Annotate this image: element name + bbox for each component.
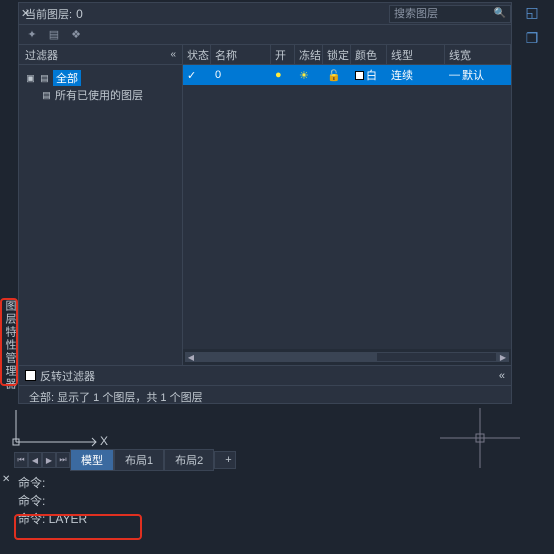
tree-child-label: 所有已使用的图层: [55, 87, 143, 103]
tree-root-row[interactable]: ▣ ▤ 全部: [23, 69, 83, 87]
invert-checkbox[interactable]: [25, 370, 36, 381]
expand-icon[interactable]: ▣: [25, 73, 36, 84]
search-placeholder: 搜索图层: [394, 6, 438, 22]
cell-linetype[interactable]: 连续: [387, 65, 445, 85]
col-status[interactable]: 状态: [183, 45, 211, 64]
col-linetype[interactable]: 线型: [387, 45, 445, 64]
check-icon: ✓: [187, 69, 196, 82]
panel-header: 当前图层: 0 搜索图层 🔍: [19, 3, 511, 25]
layer-row[interactable]: ✓ 0 ● ☀ 🔓 白 连续 — 默认: [183, 65, 511, 85]
col-freeze[interactable]: 冻结: [295, 45, 323, 64]
collapse-icon[interactable]: «: [499, 370, 505, 382]
ucs-icon: X: [10, 406, 110, 453]
search-input[interactable]: 搜索图层 🔍: [389, 5, 511, 23]
layer-list-pane: 状态 名称 开 冻结 锁定 颜色 线型 线宽 ✓ 0 ● ☀ 🔓 白 连续 — …: [183, 45, 511, 365]
tree-root-label: 全部: [53, 70, 81, 86]
col-on[interactable]: 开: [271, 45, 295, 64]
layer-properties-panel: ✕ 当前图层: 0 搜索图层 🔍 ✦ ▤ ❖ 过滤器 « ▣ ▤ 全部: [18, 2, 512, 404]
filter-header-label: 过滤器: [25, 47, 58, 63]
panel-side-title: 图层特性管理器: [2, 300, 18, 391]
cell-on[interactable]: ●: [271, 65, 295, 85]
color-label: 白: [366, 67, 377, 83]
tab-first-icon[interactable]: ⏮: [14, 452, 28, 468]
new-layer-icon[interactable]: ✦: [25, 28, 39, 42]
overlap-icon[interactable]: ❐: [522, 28, 542, 48]
folder-icon: ▤: [41, 90, 52, 101]
filter-tree: ▣ ▤ 全部 ▤ 所有已使用的图层: [19, 65, 182, 365]
invert-label: 反转过滤器: [40, 368, 95, 384]
current-layer-value: 0: [76, 7, 83, 21]
filter-pane: 过滤器 « ▣ ▤ 全部 ▤ 所有已使用的图层: [19, 45, 183, 365]
command-line-input[interactable]: 命令: LAYER: [4, 510, 550, 528]
cell-lock[interactable]: 🔓: [323, 65, 351, 85]
new-group-icon[interactable]: ▤: [47, 28, 61, 42]
bulb-icon: ●: [275, 69, 282, 81]
command-line: 命令:: [4, 474, 550, 492]
ucs-x-label: X: [100, 434, 108, 448]
panel-toolbar: ✦ ▤ ❖: [19, 25, 511, 45]
crosshair-cursor: [440, 408, 520, 471]
tab-next-icon[interactable]: ▶: [42, 452, 56, 468]
cell-status: ✓: [183, 65, 211, 85]
col-lineweight[interactable]: 线宽: [445, 45, 511, 64]
cell-freeze[interactable]: ☀: [295, 65, 323, 85]
tab-layout1[interactable]: 布局1: [114, 449, 164, 471]
tab-layout2[interactable]: 布局2: [164, 449, 214, 471]
scroll-left-icon[interactable]: ◀: [185, 352, 197, 362]
restore-icon[interactable]: ◱: [522, 2, 542, 22]
scroll-right-icon[interactable]: ▶: [497, 352, 509, 362]
lock-icon: 🔓: [327, 69, 341, 82]
scroll-track[interactable]: [197, 352, 497, 362]
sun-icon: ☀: [299, 69, 309, 82]
col-color[interactable]: 颜色: [351, 45, 387, 64]
panel-status: 全部: 显示了 1 个图层，共 1 个图层: [19, 385, 511, 407]
scroll-thumb[interactable]: [198, 353, 377, 361]
color-swatch: [355, 71, 364, 80]
tab-model[interactable]: 模型: [70, 449, 114, 471]
tab-nav: ⏮ ◀ ▶ ⏭: [14, 452, 70, 468]
layer-list-header: 状态 名称 开 冻结 锁定 颜色 线型 线宽: [183, 45, 511, 65]
lineweight-label: 默认: [462, 67, 484, 83]
cell-lineweight[interactable]: — 默认: [445, 65, 511, 85]
horizontal-scrollbar[interactable]: ◀ ▶: [183, 349, 511, 365]
filter-icon[interactable]: ❖: [69, 28, 83, 42]
command-line: 命令:: [4, 492, 550, 510]
collapse-icon[interactable]: «: [170, 49, 176, 60]
command-area[interactable]: 命令: 命令: 命令: LAYER: [4, 474, 550, 528]
current-layer-label: 当前图层:: [25, 6, 72, 22]
col-name[interactable]: 名称: [211, 45, 271, 64]
tree-child-row[interactable]: ▤ 所有已使用的图层: [41, 87, 178, 103]
cell-name: 0: [211, 65, 271, 85]
invert-filter-row[interactable]: 反转过滤器 «: [19, 365, 511, 385]
layer-list-body: [183, 85, 511, 349]
cell-color[interactable]: 白: [351, 65, 387, 85]
close-icon[interactable]: ✕: [21, 7, 30, 20]
right-toolbar: ◱ ❐: [512, 2, 552, 48]
layout-tabs: ⏮ ◀ ▶ ⏭ 模型 布局1 布局2 +: [14, 450, 236, 470]
col-lock[interactable]: 锁定: [323, 45, 351, 64]
filter-header[interactable]: 过滤器 «: [19, 45, 182, 65]
tab-prev-icon[interactable]: ◀: [28, 452, 42, 468]
folder-icon: ▤: [39, 73, 50, 84]
tab-add-button[interactable]: +: [214, 451, 236, 469]
search-icon: 🔍: [494, 6, 506, 22]
tab-last-icon[interactable]: ⏭: [56, 452, 70, 468]
